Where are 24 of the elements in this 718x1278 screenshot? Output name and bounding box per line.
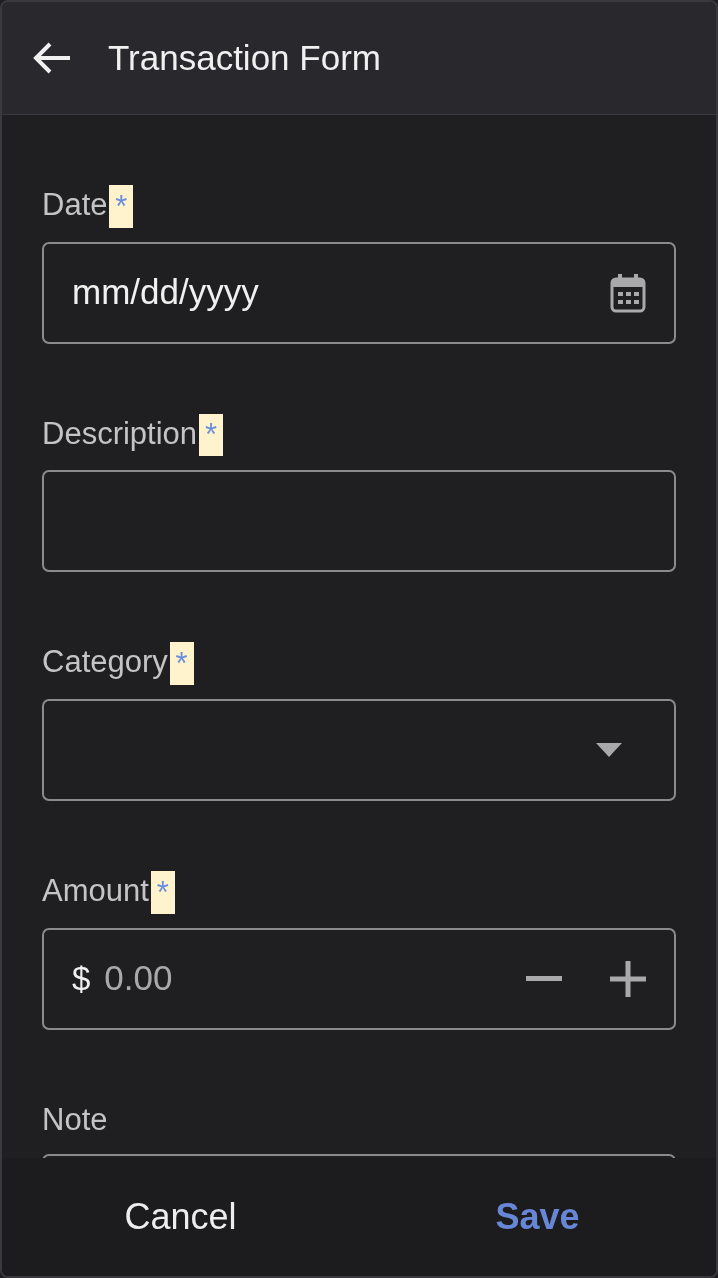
- placeholder-text: mm/dd/yyyy: [72, 271, 260, 314]
- required-asterisk: *: [199, 413, 223, 457]
- placeholder-text: 0.00: [104, 957, 174, 1000]
- amount-field[interactable]: $ 0.00: [42, 927, 676, 1030]
- cancel-button[interactable]: Cancel: [2, 1158, 359, 1276]
- plus-icon[interactable]: [610, 960, 646, 997]
- back-arrow-icon[interactable]: [32, 41, 72, 75]
- required-asterisk: *: [109, 185, 134, 228]
- caret-icon: [596, 742, 622, 757]
- required-asterisk: *: [169, 642, 194, 685]
- field-label: Description: [42, 414, 198, 453]
- field-label: Category: [42, 643, 168, 682]
- minus-icon[interactable]: [526, 975, 562, 982]
- currency-symbol: $: [72, 958, 91, 999]
- screen-title: Transaction Form: [108, 36, 381, 79]
- required-asterisk: *: [150, 870, 175, 914]
- field-label: Note: [42, 1100, 108, 1139]
- text-field[interactable]: [42, 470, 676, 573]
- date-field[interactable]: mm/dd/yyyy: [42, 241, 676, 344]
- calendar-icon[interactable]: [610, 272, 646, 313]
- field-label: Amount: [42, 871, 149, 910]
- save-button[interactable]: Save: [359, 1158, 716, 1276]
- category-dropdown[interactable]: [42, 698, 676, 801]
- field-label: Date: [42, 186, 108, 224]
